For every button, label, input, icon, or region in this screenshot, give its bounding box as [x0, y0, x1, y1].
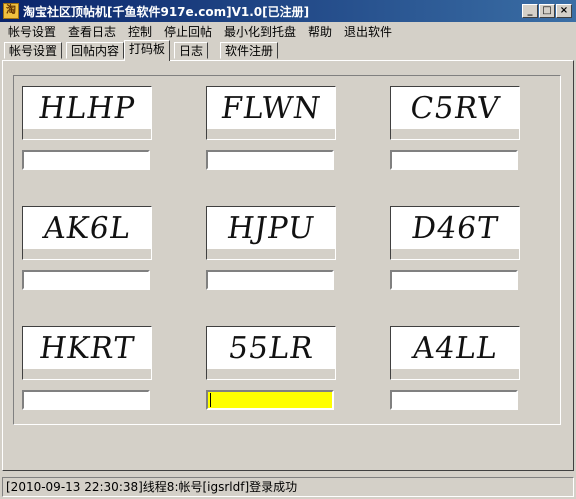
captcha-image: A4LL [390, 326, 520, 380]
menu-stop-reply[interactable]: 停止回帖 [162, 23, 214, 40]
captcha-text: D46T [409, 211, 501, 246]
captcha-text: FLWN [218, 91, 324, 126]
app-icon: 淘 [3, 3, 19, 19]
captcha-input[interactable] [22, 150, 150, 170]
menu-minimize-tray[interactable]: 最小化到托盘 [222, 23, 298, 40]
menu-view-log[interactable]: 查看日志 [66, 23, 118, 40]
captcha-text: AK6L [40, 211, 134, 246]
tab-account-settings[interactable]: 帐号设置 [4, 42, 63, 59]
captcha-image: HKRT [22, 326, 152, 380]
tab-log[interactable]: 日志 [174, 42, 209, 59]
menu-exit[interactable]: 退出软件 [342, 23, 394, 40]
captcha-image: HLHP [22, 86, 152, 140]
minimize-button[interactable]: _ [522, 4, 538, 18]
captcha-input[interactable] [22, 270, 150, 290]
captcha-input[interactable] [390, 270, 518, 290]
captcha-text: A4LL [410, 331, 500, 366]
captcha-image: HJPU [206, 206, 336, 260]
tab-software-registration[interactable]: 软件注册 [220, 42, 279, 59]
window-title: 淘宝社区顶帖机[千鱼软件917e.com]V1.0[已注册] [23, 5, 310, 19]
captcha-text: 55LR [226, 331, 316, 366]
tab-strip: 帐号设置 回帖内容 打码板 日志 软件注册 [0, 40, 576, 61]
close-button[interactable]: × [556, 4, 572, 18]
captcha-text: HJPU [224, 211, 318, 246]
captcha-image: C5RV [390, 86, 520, 140]
tab-reply-content[interactable]: 回帖内容 [66, 42, 125, 59]
menu-bar: 帐号设置 查看日志 控制 停止回帖 最小化到托盘 帮助 退出软件 [0, 22, 576, 40]
captcha-text: HLHP [36, 91, 138, 126]
captcha-image: FLWN [206, 86, 336, 140]
text-caret [210, 393, 211, 407]
captcha-input[interactable] [206, 270, 334, 290]
captcha-image: 55LR [206, 326, 336, 380]
captcha-input[interactable] [390, 150, 518, 170]
captcha-input[interactable] [22, 390, 150, 410]
status-bar: [2010-09-13 22:30:38]线程8:帐号[igsrldf]登录成功 [2, 477, 574, 497]
captcha-input[interactable] [390, 390, 518, 410]
captcha-input[interactable] [206, 150, 334, 170]
captcha-text: C5RV [407, 91, 503, 126]
title-bar[interactable]: 淘 淘宝社区顶帖机[千鱼软件917e.com]V1.0[已注册] _ □ × [0, 0, 576, 22]
captcha-input-focused[interactable] [206, 390, 334, 410]
menu-control[interactable]: 控制 [126, 23, 154, 40]
captcha-text: HKRT [37, 331, 137, 366]
menu-help[interactable]: 帮助 [306, 23, 334, 40]
captcha-image: AK6L [22, 206, 152, 260]
menu-account-settings[interactable]: 帐号设置 [6, 23, 58, 40]
maximize-button[interactable]: □ [539, 4, 555, 18]
captcha-image: D46T [390, 206, 520, 260]
tab-captcha-board[interactable]: 打码板 [124, 40, 171, 61]
